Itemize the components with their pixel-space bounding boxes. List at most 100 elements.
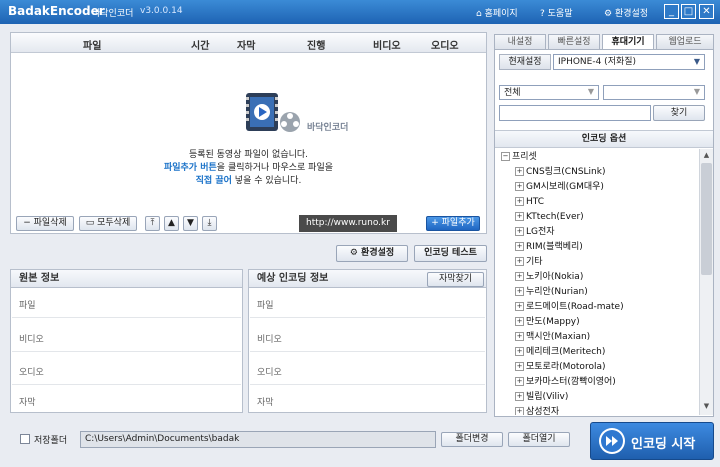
help-label: 도움말 — [547, 9, 573, 19]
file-list-header: 파일 시간 자막 진행 비디오 오디오 — [11, 33, 486, 53]
category-filter-select[interactable]: 전체 — [499, 85, 599, 100]
tree-item[interactable]: + 보카마스터(깜빡이영어) — [515, 375, 616, 390]
scroll-up-icon[interactable]: ▲ — [701, 150, 712, 161]
tab-web-upload[interactable]: 웹업로드 — [656, 34, 714, 50]
expand-icon: + — [515, 227, 524, 236]
current-setting-label: 현재설정 — [499, 54, 551, 70]
save-folder-checkbox[interactable] — [20, 434, 30, 444]
source-file-label: 파일 — [19, 301, 36, 311]
tree-item-label: CNS링크(CNSLink) — [526, 167, 606, 177]
tree-item[interactable]: + 삼성전자 — [515, 405, 559, 415]
tree-item[interactable]: + KTtech(Ever) — [515, 210, 584, 225]
tree-item-label: 메리테크(Meritech) — [526, 347, 606, 357]
tree-item[interactable]: + 만도(Mappy) — [515, 315, 580, 330]
expected-audio-label: 오디오 — [257, 368, 282, 378]
tab-quick-settings[interactable]: 빠른설정 — [548, 34, 600, 50]
add-file-label: 파일추가 — [441, 218, 475, 228]
tree-scrollbar[interactable]: ▲ ▼ — [699, 149, 713, 415]
find-subtitle-button[interactable]: 자막찾기 — [427, 272, 484, 287]
divider — [12, 317, 241, 318]
model-filter-select[interactable] — [603, 85, 705, 100]
col-file[interactable]: 파일 — [83, 37, 101, 52]
source-subtitle-label: 자막 — [19, 398, 36, 408]
expand-icon: + — [515, 317, 524, 326]
chevron-down-icon: ▼ — [587, 87, 595, 96]
tree-item[interactable]: + CNS링크(CNSLink) — [515, 165, 605, 180]
tree-item[interactable]: + 빌립(Viliv) — [515, 390, 568, 405]
app-name: BadakEncoder — [8, 4, 105, 18]
encoding-test-button[interactable]: 인코딩 테스트 — [414, 245, 487, 262]
settings-button[interactable]: ⚙ 환경설정 — [336, 245, 408, 262]
tree-item[interactable]: + 노키아(Nokia) — [515, 270, 583, 285]
help-link[interactable]: ? 도움말 — [540, 6, 572, 19]
tree-item-label: 삼성전자 — [526, 407, 560, 415]
settings-label: 환경설정 — [614, 9, 649, 19]
move-up-icon: ▲ — [168, 218, 175, 228]
add-file-hint: 파일추가 버튼 — [163, 163, 217, 173]
tree-item[interactable]: + LG전자 — [515, 225, 555, 240]
tree-item[interactable]: + 모토로라(Motorola) — [515, 360, 605, 375]
app-name-korean: 바닥인코더 — [92, 9, 134, 19]
current-setting-select[interactable]: IPHONE-4 (저화질) — [553, 54, 705, 70]
tab-devices[interactable]: 휴대기기 — [602, 34, 654, 50]
home-link[interactable]: ⌂ 홈페이지 — [476, 6, 518, 19]
move-bottom-button[interactable]: ⤓ — [202, 216, 217, 231]
expand-icon: + — [515, 332, 524, 341]
expected-info-panel: 예상 인코딩 정보 자막찾기 파일 비디오 오디오 자막 — [248, 269, 487, 413]
tree-item[interactable]: + 로드메이트(Road-mate) — [515, 300, 624, 315]
tab-my-settings[interactable]: 내설정 — [494, 34, 546, 50]
expected-subtitle-label: 자막 — [257, 398, 274, 408]
tree-item[interactable]: + 맥시안(Maxian) — [515, 330, 590, 345]
home-label: 홈페이지 — [484, 9, 518, 19]
tree-item[interactable]: + 기타 — [515, 255, 543, 270]
minimize-button[interactable]: _ — [664, 4, 679, 19]
search-button[interactable]: 찾기 — [653, 105, 705, 121]
start-encoding-label: 인코딩 시작 — [631, 437, 696, 452]
encoding-options-title: 인코딩 옵션 — [495, 130, 713, 148]
tree-item-label: 누리안(Nurian) — [526, 287, 588, 297]
expand-icon: + — [515, 347, 524, 356]
maximize-button[interactable]: □ — [681, 4, 696, 19]
col-progress[interactable]: 진행 — [307, 37, 325, 52]
empty-message-3: 직접 끌어 넣을 수 있습니다. — [11, 173, 486, 186]
gear-icon: ⚙ — [604, 9, 613, 19]
source-info-title: 원본 정보 — [11, 270, 242, 288]
expand-icon: + — [515, 182, 524, 191]
delete-all-button[interactable]: ▭ 모두삭제 — [79, 216, 137, 231]
tree-item-label: 노키아(Nokia) — [526, 272, 584, 282]
add-file-button[interactable]: + 파일추가 — [426, 216, 480, 231]
save-folder-path[interactable]: C:\Users\Admin\Documents\badak — [80, 431, 436, 448]
tree-item[interactable]: + RIM(블랙베리) — [515, 240, 583, 255]
start-encoding-button[interactable]: 인코딩 시작 — [590, 422, 714, 460]
col-subtitle[interactable]: 자막 — [237, 37, 255, 52]
col-time[interactable]: 시간 — [191, 37, 209, 52]
change-folder-button[interactable]: 폴더변경 — [441, 432, 503, 447]
homepage-url[interactable]: http://www.runo.kr — [299, 215, 397, 232]
move-top-button[interactable]: ⤒ — [145, 216, 160, 231]
settings-link[interactable]: ⚙ 환경설정 — [604, 6, 648, 19]
open-folder-button[interactable]: 폴더열기 — [508, 432, 570, 447]
tree-item[interactable]: + 누리안(Nurian) — [515, 285, 588, 300]
preset-tree[interactable]: − 프리셋 + CNS링크(CNSLink) + GM시보레(GM대우) + HTC +… — [495, 149, 699, 415]
tree-item[interactable]: + GM시보레(GM대우) — [515, 180, 604, 195]
close-button[interactable]: ✕ — [699, 4, 714, 19]
tree-item-label: 맥시안(Maxian) — [526, 332, 591, 342]
move-up-button[interactable]: ▲ — [164, 216, 179, 231]
scroll-down-icon[interactable]: ▼ — [701, 401, 712, 412]
tree-root[interactable]: − 프리셋 — [501, 150, 537, 165]
col-video[interactable]: 비디오 — [373, 37, 401, 52]
tree-item[interactable]: + HTC — [515, 195, 544, 210]
expand-icon: + — [515, 407, 524, 415]
delete-file-button[interactable]: − 파일삭제 — [16, 216, 74, 231]
tree-item[interactable]: + 메리테크(Meritech) — [515, 345, 605, 360]
expand-icon: + — [515, 377, 524, 386]
tree-item-label: GM시보레(GM대우) — [526, 182, 604, 192]
col-audio[interactable]: 오디오 — [431, 37, 459, 52]
scroll-thumb[interactable] — [701, 163, 712, 275]
expected-file-label: 파일 — [257, 301, 274, 311]
file-list-panel[interactable]: 파일 시간 자막 진행 비디오 오디오 바닥인코더 등록된 동영상 파일이 없습… — [10, 32, 487, 234]
delete-all-label: 모두삭제 — [97, 218, 131, 228]
move-down-button[interactable]: ▼ — [183, 216, 198, 231]
move-down-icon: ▼ — [187, 218, 194, 228]
search-input[interactable] — [499, 105, 651, 121]
